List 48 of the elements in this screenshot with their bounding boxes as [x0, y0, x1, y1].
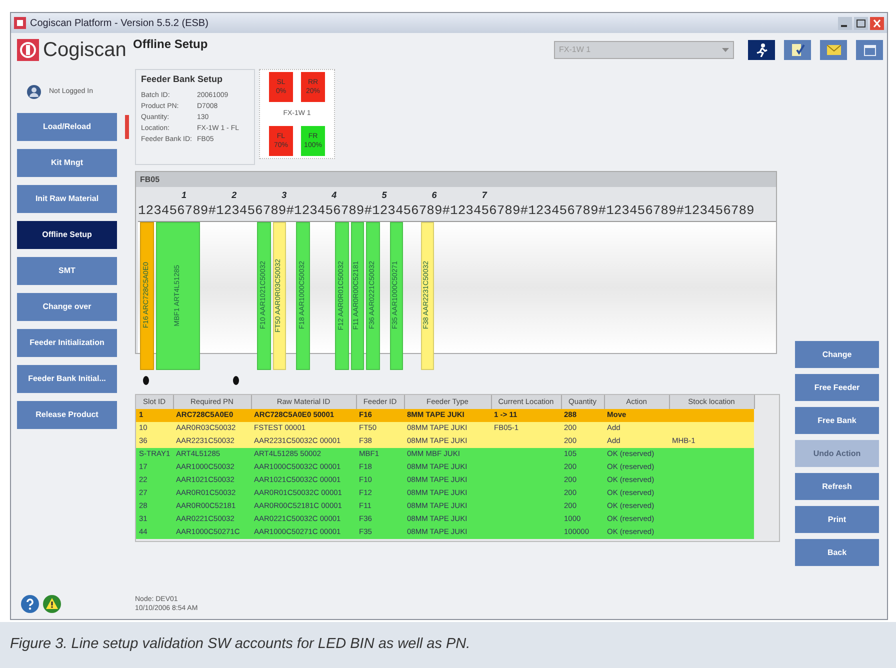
running-person-icon [756, 43, 768, 57]
action-button[interactable]: Print [795, 506, 879, 533]
maximize-icon[interactable] [854, 16, 868, 30]
envelope-icon [826, 45, 840, 55]
window-button[interactable] [856, 40, 883, 60]
action-button[interactable]: Change [795, 341, 879, 368]
figure-caption: Figure 3. Line setup validation SW accounts for LED BIN as well as PN. [10, 635, 470, 654]
sidebar-button[interactable]: Feeder Initialization [17, 329, 117, 357]
action-button[interactable]: Back [795, 539, 879, 566]
marker-icon [143, 376, 149, 384]
mail-button[interactable] [820, 40, 847, 60]
caret-icon [722, 48, 729, 52]
page-title: Offline Setup [133, 36, 208, 53]
ruler-tick-label: 5 [380, 189, 388, 201]
ruler-tick-label: 1 [180, 189, 188, 201]
operator-button[interactable] [748, 40, 775, 60]
sidebar-button[interactable]: Load/Reload [17, 113, 117, 141]
user-avatar-icon [27, 85, 41, 99]
minimize-icon[interactable] [838, 16, 852, 30]
ruler-tick-label: 2 [230, 189, 238, 201]
logo-text: Cogiscan [43, 38, 126, 63]
document-check-icon [790, 43, 804, 57]
warning-icon[interactable] [43, 595, 61, 613]
panel-header: FB05 [136, 172, 776, 187]
window-icon [864, 44, 876, 56]
logo-icon [17, 39, 39, 61]
action-button[interactable]: Free Bank [795, 407, 879, 434]
sidebar-button[interactable]: Change over [17, 293, 117, 321]
action-button[interactable]: Refresh [795, 473, 879, 500]
ruler-tick-label: 3 [280, 189, 288, 201]
sidebar-button[interactable]: Offline Setup [17, 221, 117, 249]
checklist-button[interactable] [784, 40, 811, 60]
sidebar-button[interactable]: Init Raw Material [17, 185, 117, 213]
ruler-tick-label: 7 [480, 189, 488, 201]
sidebar-button[interactable]: Feeder Bank Initial... [17, 365, 117, 393]
action-button[interactable]: Free Feeder [795, 374, 879, 401]
sidebar-button[interactable]: Kit Mngt [17, 149, 117, 177]
sidebar-button[interactable]: Release Product [17, 401, 117, 429]
help-icon[interactable] [21, 595, 39, 613]
slot-ruler: 123456789#123456789#123456789#123456789#123456789#123456789#123456789#123456789 [138, 203, 754, 219]
marker-icon [233, 376, 239, 384]
panel-title: Feeder Bank Setup [141, 73, 224, 86]
close-icon[interactable] [870, 16, 884, 30]
ruler-tick-label: 4 [330, 189, 338, 201]
sidebar-button[interactable]: SMT [17, 257, 117, 285]
window-title: Cogiscan Platform - Version 5.5.2 (ESB) [30, 16, 208, 30]
ruler-tick-label: 6 [430, 189, 438, 201]
app-icon [14, 17, 26, 29]
